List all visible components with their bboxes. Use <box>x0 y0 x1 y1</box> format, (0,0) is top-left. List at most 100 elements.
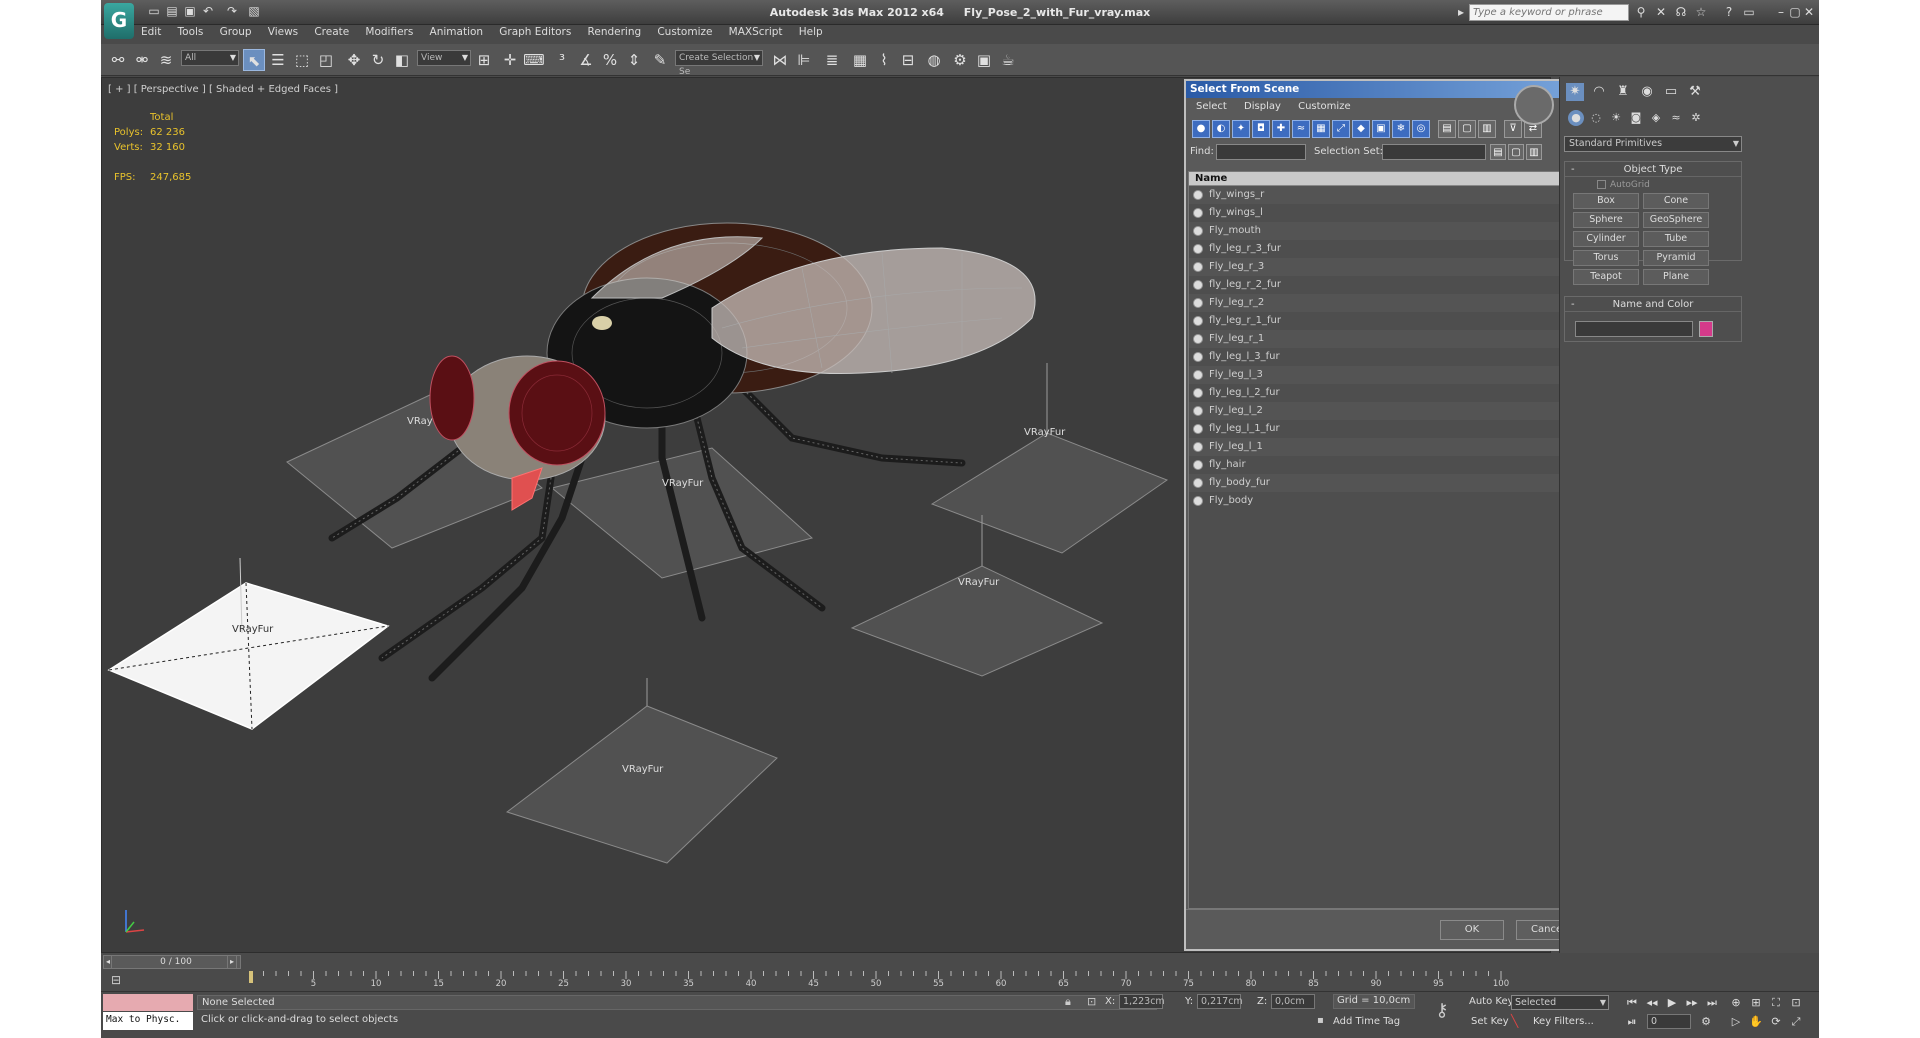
close-window-icon[interactable]: ✕ <box>1801 4 1817 20</box>
curve-editor-icon[interactable]: ⌇ <box>873 49 895 71</box>
rendered-frame-window-icon[interactable]: ▣ <box>973 49 995 71</box>
pyramid-button[interactable]: Pyramid <box>1643 250 1709 266</box>
torus-button[interactable]: Torus <box>1573 250 1639 266</box>
box-button[interactable]: Box <box>1573 193 1639 209</box>
select-and-rotate-icon[interactable]: ↻ <box>367 49 389 71</box>
sphere-button[interactable]: Sphere <box>1573 212 1639 228</box>
track-bar[interactable]: 5 10 15 20 25 30 35 40 45 50 55 60 65 70 75 80 85 90 95 100 <box>141 971 1591 991</box>
list-item[interactable]: Fly_leg_r_1 <box>1189 330 1591 348</box>
display-tab-icon[interactable]: ▭ <box>1662 83 1680 101</box>
time-configuration-icon[interactable]: ⚙ <box>1697 1014 1715 1030</box>
list-item[interactable]: fly_leg_l_3_fur <box>1189 348 1591 366</box>
dialog-menu-display[interactable]: Display <box>1244 101 1281 112</box>
menu-customize[interactable]: Customize <box>657 26 712 38</box>
menu-group[interactable]: Group <box>220 26 252 38</box>
list-item[interactable]: Fly_leg_r_3 <box>1189 258 1591 276</box>
next-frame-icon[interactable]: ▸▸ <box>1683 995 1701 1011</box>
containers-filter-icon[interactable]: ▣ <box>1372 120 1390 138</box>
pivot-center-icon[interactable]: ⊞ <box>473 49 495 71</box>
geosphere-button[interactable]: GeoSphere <box>1643 212 1709 228</box>
menu-animation[interactable]: Animation <box>430 26 484 38</box>
menu-help[interactable]: Help <box>799 26 823 38</box>
cameras-category-icon[interactable]: ◙ <box>1628 110 1644 126</box>
angle-snap-icon[interactable]: ∡ <box>575 49 597 71</box>
object-name-field[interactable] <box>1575 321 1693 337</box>
display-invert-icon[interactable]: ▥ <box>1478 120 1496 138</box>
menu-graph-editors[interactable]: Graph Editors <box>499 26 571 38</box>
object-color-swatch[interactable] <box>1699 321 1713 337</box>
menu-tools[interactable]: Tools <box>178 26 204 38</box>
orbit-icon[interactable]: ⟳ <box>1767 1014 1785 1030</box>
unlink-icon[interactable]: ⚮ <box>131 49 153 71</box>
help-icon[interactable]: ? <box>1721 4 1737 20</box>
select-invert-icon[interactable]: ▥ <box>1526 144 1542 160</box>
set-key-mode-icon[interactable]: ⚷ <box>1429 1000 1455 1026</box>
previous-frame-icon[interactable]: ◂◂ <box>1643 995 1661 1011</box>
window-crossing-icon[interactable]: ◰ <box>315 49 337 71</box>
mirror-icon[interactable]: ⋈ <box>769 49 791 71</box>
cylinder-button[interactable]: Cylinder <box>1573 231 1639 247</box>
systems-category-icon[interactable]: ✲ <box>1688 110 1704 126</box>
zoom-icon[interactable]: ⊕ <box>1727 995 1745 1011</box>
menu-modifiers[interactable]: Modifiers <box>365 26 413 38</box>
list-item[interactable]: Fly_leg_l_1 <box>1189 438 1591 456</box>
list-item[interactable]: fly_leg_r_2_fur <box>1189 276 1591 294</box>
list-item[interactable]: Fly_leg_r_2 <box>1189 294 1591 312</box>
play-icon[interactable]: ▶ <box>1663 995 1681 1011</box>
primitive-type-dropdown[interactable]: Standard Primitives <box>1564 136 1742 152</box>
dialog-menu-customize[interactable]: Customize <box>1298 101 1351 112</box>
link-icon[interactable]: ⚯ <box>107 49 129 71</box>
list-item[interactable]: Fly_body <box>1189 492 1591 510</box>
select-all-icon[interactable]: ▤ <box>1490 144 1506 160</box>
selection-filter-dropdown[interactable]: All <box>181 50 239 66</box>
zoom-extents-all-icon[interactable]: ⊡ <box>1787 995 1805 1011</box>
maxscript-input[interactable]: Max to Physc. <box>103 1012 193 1030</box>
viewcube-icon[interactable] <box>1514 85 1554 125</box>
select-none-icon[interactable]: ▢ <box>1508 144 1524 160</box>
maxscript-listener-mini[interactable] <box>103 994 193 1011</box>
dialog-menu-select[interactable]: Select <box>1196 101 1227 112</box>
x-coordinate-field[interactable]: 1,223cm <box>1119 994 1165 1009</box>
object-type-title[interactable]: Object Type <box>1565 162 1741 177</box>
list-item[interactable]: fly_leg_l_2_fur <box>1189 384 1591 402</box>
lock-selection-icon[interactable]: 🔒︎ <box>1065 995 1071 1009</box>
list-item[interactable]: Fly_mouth <box>1189 222 1591 240</box>
list-item[interactable]: fly_hair <box>1189 456 1591 474</box>
geometry-filter-icon[interactable]: ● <box>1192 120 1210 138</box>
snaps-toggle-icon[interactable]: ³ <box>551 49 573 71</box>
motion-tab-icon[interactable]: ◉ <box>1638 83 1656 101</box>
filter-icon[interactable]: ⊽ <box>1504 120 1522 138</box>
key-mode-dropdown[interactable]: Selected <box>1511 995 1609 1010</box>
menu-views[interactable]: Views <box>268 26 298 38</box>
render-production-icon[interactable]: ☕ <box>997 49 1019 71</box>
select-manipulate-icon[interactable]: ✛ <box>499 49 521 71</box>
maximize-viewport-icon[interactable]: ⤢ <box>1787 1014 1805 1030</box>
select-and-move-icon[interactable]: ✥ <box>343 49 365 71</box>
communication-icon[interactable]: ☊ <box>1673 4 1689 20</box>
minimize-icon[interactable]: ▭ <box>1741 4 1757 20</box>
set-key-button[interactable]: Set Key <box>1471 1016 1509 1027</box>
spacewarps-category-icon[interactable]: ≈ <box>1668 110 1684 126</box>
bind-space-warp-icon[interactable]: ≋ <box>155 49 177 71</box>
favorites-star-icon[interactable]: ☆ <box>1693 4 1709 20</box>
y-coordinate-field[interactable]: 0,217cm <box>1197 994 1243 1009</box>
create-tab-icon[interactable]: ✷ <box>1566 83 1584 101</box>
teapot-button[interactable]: Teapot <box>1573 269 1639 285</box>
spinner-snap-icon[interactable]: ⇕ <box>623 49 645 71</box>
go-to-end-icon[interactable]: ⏭ <box>1703 995 1721 1011</box>
pan-view-icon[interactable]: ✋ <box>1747 1014 1765 1030</box>
app-logo-button[interactable]: G <box>104 3 134 39</box>
key-icon[interactable]: ╲ <box>1511 1014 1518 1028</box>
groups-filter-icon[interactable]: ▦ <box>1312 120 1330 138</box>
list-item[interactable]: fly_wings_l <box>1189 204 1591 222</box>
go-to-start-icon[interactable]: ⏮ <box>1623 995 1641 1011</box>
frozen-filter-icon[interactable]: ❄ <box>1392 120 1410 138</box>
display-none-icon[interactable]: ▢ <box>1458 120 1476 138</box>
menu-create[interactable]: Create <box>314 26 349 38</box>
autogrid-checkbox[interactable]: AutoGrid <box>1597 180 1650 190</box>
select-by-name-icon[interactable]: ☰ <box>267 49 289 71</box>
reference-coordinate-dropdown[interactable]: View <box>417 50 471 66</box>
list-item[interactable]: fly_leg_r_3_fur <box>1189 240 1591 258</box>
name-column-header[interactable]: Name <box>1189 172 1591 186</box>
menu-edit[interactable]: Edit <box>141 26 161 38</box>
